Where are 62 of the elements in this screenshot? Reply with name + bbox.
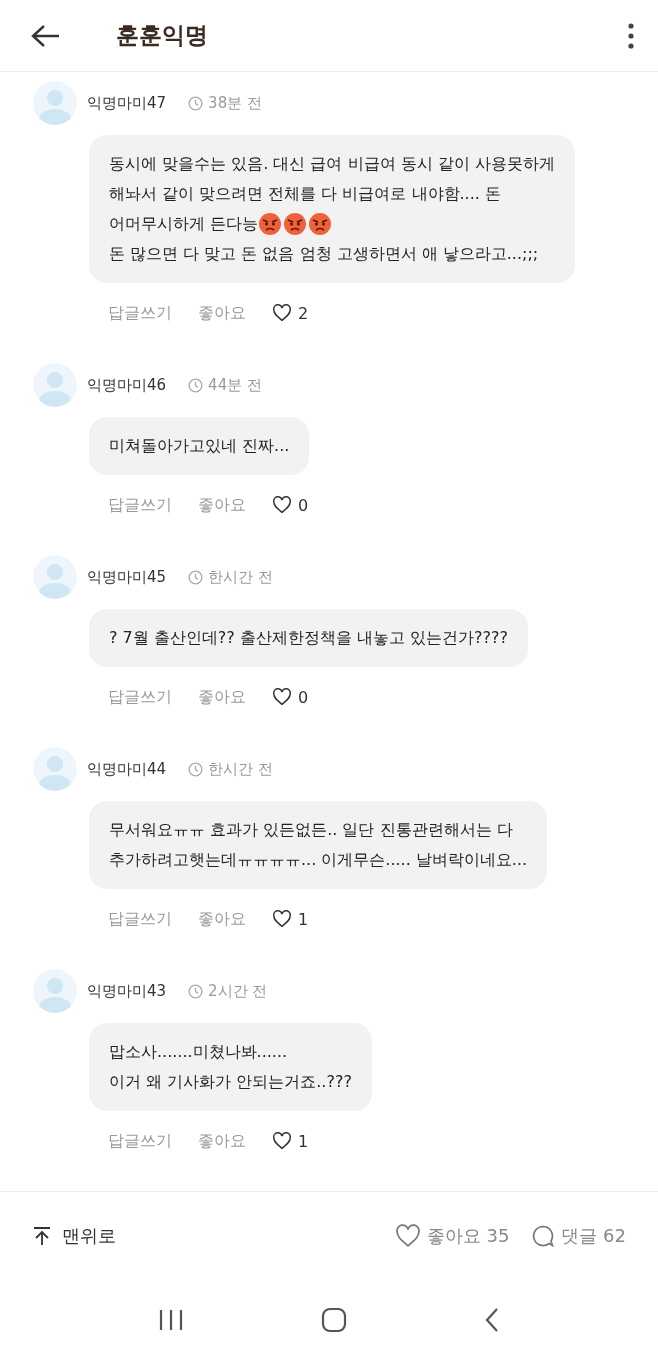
- comment-time: 한시간 전: [208, 567, 273, 587]
- clock-icon: [188, 983, 204, 999]
- avatar-icon: [33, 969, 77, 1013]
- avatar-icon: [33, 555, 77, 599]
- comments-button[interactable]: 댓글 62: [531, 1224, 626, 1248]
- heart-icon[interactable]: [272, 910, 292, 928]
- author-name: 익명마미44: [87, 759, 167, 779]
- comment-text: 동시에 맞을수는 있음. 대신 급여 비급여 동시 같이 사용못하게 해놔서 같이 맞으려면 전체를 다 비급여로 내야함.... 돈: [109, 153, 555, 205]
- like-count: 0: [298, 687, 309, 707]
- comment-time: 한시간 전: [208, 759, 273, 779]
- angry-face-icon: [258, 212, 283, 236]
- heart-icon[interactable]: [272, 688, 292, 706]
- avatar-icon: [33, 363, 77, 407]
- author-name: 익명마미43: [87, 981, 167, 1001]
- more-icon[interactable]: [628, 22, 634, 49]
- home-icon[interactable]: [321, 1307, 347, 1333]
- heart-icon: [394, 1224, 421, 1248]
- comment-text: 무서워요ㅠㅠ 효과가 있든없든.. 일단 진통관련해서는 다 추가하려고햇는데ㅠㅠㅠㅠ... 이게무슨..... 날벼락이네요...: [109, 819, 528, 871]
- back-icon[interactable]: [30, 23, 60, 48]
- like-button[interactable]: 좋아요 35: [394, 1224, 510, 1248]
- angry-face-icon: [283, 212, 308, 236]
- author-name: 익명마미45: [87, 567, 167, 587]
- reply-link[interactable]: 답글쓰기: [108, 302, 172, 324]
- reply-link[interactable]: 답글쓰기: [108, 686, 172, 708]
- like-link[interactable]: 좋아요: [198, 686, 246, 708]
- angry-face-icon: [308, 212, 333, 236]
- arrow-up-icon: [32, 1226, 52, 1246]
- like-link[interactable]: 좋아요: [198, 494, 246, 516]
- author-name: 익명마미47: [87, 93, 167, 113]
- avatar-icon: [33, 747, 77, 791]
- like-count: 1: [298, 1131, 309, 1151]
- scroll-top-button[interactable]: 맨위로: [32, 1224, 116, 1248]
- avatar-icon: [33, 81, 77, 125]
- like-link[interactable]: 좋아요: [198, 908, 246, 930]
- back-icon[interactable]: [483, 1307, 500, 1333]
- clock-icon: [188, 377, 204, 393]
- recent-apps-icon[interactable]: [158, 1308, 185, 1332]
- clock-icon: [188, 761, 204, 777]
- page-title: 훈훈익명: [116, 21, 209, 50]
- comment-text: 어머무시하게 든다능: [109, 213, 259, 235]
- reply-link[interactable]: 답글쓰기: [108, 494, 172, 516]
- comment-time: 2시간 전: [208, 981, 268, 1001]
- comment-text: 맙소사.......미쳤나봐...... 이거 왜 기사화가 안되는거죠..???: [109, 1041, 352, 1093]
- comment-time: 38분 전: [208, 93, 262, 113]
- comment-text: 돈 많으면 다 맞고 돈 없음 엄청 고생하면서 애 낳으라고...;;;: [109, 243, 539, 265]
- heart-icon[interactable]: [272, 1132, 292, 1150]
- like-link[interactable]: 좋아요: [198, 1130, 246, 1152]
- author-name: 익명마미46: [87, 375, 167, 395]
- like-count: 2: [298, 303, 309, 323]
- reply-link[interactable]: 답글쓰기: [108, 908, 172, 930]
- comment-text: ? 7월 출산인데?? 출산제한정책을 내놓고 있는건가????: [109, 627, 509, 649]
- like-count: 1: [298, 909, 309, 929]
- comment-text: 미쳐돌아가고있네 진짜...: [109, 435, 290, 457]
- comment-time: 44분 전: [208, 375, 262, 395]
- speech-bubble-icon: [531, 1224, 556, 1248]
- heart-icon[interactable]: [272, 304, 292, 322]
- like-link[interactable]: 좋아요: [198, 302, 246, 324]
- clock-icon: [188, 95, 204, 111]
- reply-link[interactable]: 답글쓰기: [108, 1130, 172, 1152]
- like-count: 0: [298, 495, 309, 515]
- clock-icon: [188, 569, 204, 585]
- heart-icon[interactable]: [272, 496, 292, 514]
